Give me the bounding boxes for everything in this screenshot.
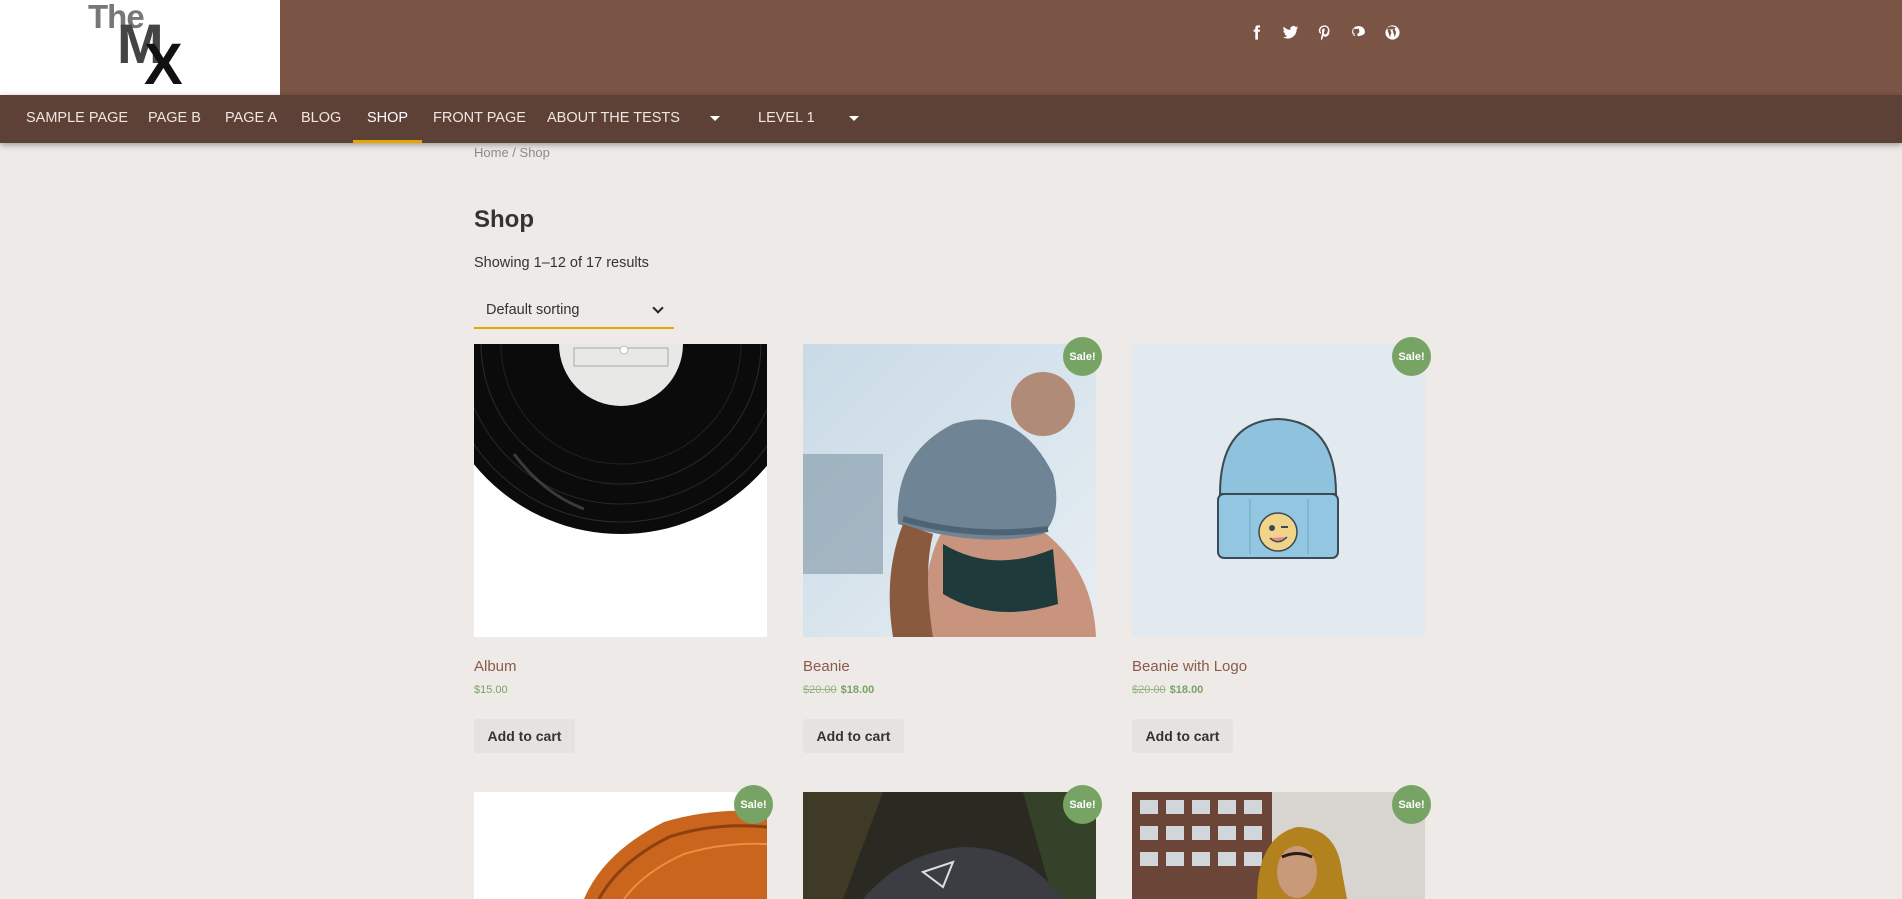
product-price: $15.00: [474, 684, 508, 696]
add-to-cart-button[interactable]: Add to cart: [474, 719, 575, 753]
product-name[interactable]: Album: [474, 658, 517, 675]
twitter-icon[interactable]: [1280, 22, 1301, 43]
site-header: The M X: [0, 0, 1902, 95]
github-icon[interactable]: [1348, 22, 1369, 43]
product-price-regular: $15.00: [474, 684, 508, 696]
nav-item-sample-page[interactable]: SAMPLE PAGE: [12, 95, 142, 143]
sale-badge: Sale!: [1392, 785, 1431, 824]
add-to-cart-button[interactable]: Add to cart: [1132, 719, 1233, 753]
nav-item-about-the-tests[interactable]: ABOUT THE TESTS: [533, 95, 694, 143]
sale-badge: Sale!: [1392, 337, 1431, 376]
nav-item-shop[interactable]: SHOP: [353, 95, 423, 143]
page-title: Shop: [474, 206, 534, 233]
breadcrumb-current: Shop: [519, 145, 550, 160]
logo-letter-x: X: [144, 32, 183, 95]
wordpress-icon[interactable]: [1382, 22, 1403, 43]
breadcrumb: Home / Shop: [474, 145, 550, 160]
facebook-icon[interactable]: [1246, 22, 1267, 43]
sort-dropdown[interactable]: Default sorting: [474, 292, 674, 329]
caret-down-icon[interactable]: [849, 116, 859, 121]
product-image[interactable]: [474, 792, 767, 899]
result-count: Showing 1–12 of 17 results: [474, 255, 649, 271]
product-image[interactable]: [1132, 792, 1425, 899]
social-links: [1246, 22, 1403, 43]
product-price: $20.00 $18.00: [803, 684, 874, 696]
product-image-album[interactable]: [474, 344, 767, 637]
product-price: $20.00 $18.00: [1132, 684, 1203, 696]
product-image[interactable]: [803, 792, 1096, 899]
main-navigation: SAMPLE PAGE PAGE B PAGE A BLOG SHOP FRON…: [0, 95, 1902, 143]
product-price-old: $20.00: [1132, 684, 1166, 696]
sort-dropdown-value: Default sorting: [486, 301, 580, 318]
nav-item-page-b[interactable]: PAGE B: [134, 95, 215, 143]
nav-item-front-page[interactable]: FRONT PAGE: [419, 95, 540, 143]
chevron-down-icon: [652, 301, 664, 314]
caret-down-icon[interactable]: [710, 116, 720, 121]
sale-badge: Sale!: [1063, 785, 1102, 824]
product-price-sale: $18.00: [840, 684, 875, 696]
product-image-beanie-with-logo[interactable]: [1132, 344, 1425, 637]
product-image-beanie[interactable]: [803, 344, 1096, 637]
sale-badge: Sale!: [734, 785, 773, 824]
product-price-sale: $18.00: [1169, 684, 1204, 696]
breadcrumb-separator: /: [508, 145, 520, 160]
sale-badge: Sale!: [1063, 337, 1102, 376]
add-to-cart-button[interactable]: Add to cart: [803, 719, 904, 753]
breadcrumb-home-link[interactable]: Home: [474, 145, 509, 160]
product-name[interactable]: Beanie: [803, 658, 850, 675]
nav-item-level-1[interactable]: LEVEL 1: [744, 95, 829, 143]
site-logo[interactable]: The M X: [0, 0, 280, 95]
nav-item-blog[interactable]: BLOG: [287, 95, 355, 143]
pinterest-icon[interactable]: [1314, 22, 1335, 43]
product-name[interactable]: Beanie with Logo: [1132, 658, 1247, 675]
product-price-old: $20.00: [803, 684, 837, 696]
nav-item-page-a[interactable]: PAGE A: [211, 95, 291, 143]
